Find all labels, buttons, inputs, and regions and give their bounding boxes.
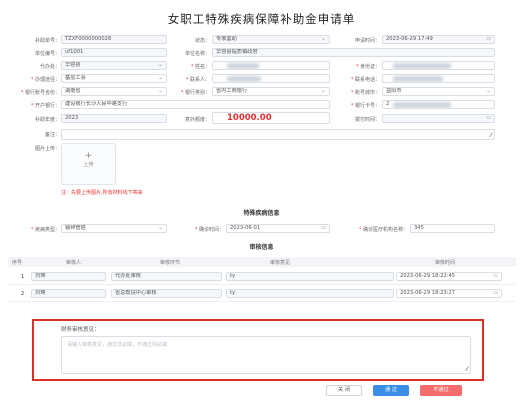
upload-button[interactable]: + 上传 bbox=[61, 143, 116, 185]
proxy-label: 代办处： bbox=[39, 64, 60, 70]
status-select[interactable]: 专家鉴助 bbox=[212, 35, 330, 44]
subsidy-year-field[interactable]: 2023 bbox=[61, 114, 167, 123]
reject-button[interactable]: 不通过 bbox=[420, 385, 462, 396]
col-reviewer: 审核人 bbox=[66, 260, 82, 266]
contact-phone-field[interactable] bbox=[382, 74, 495, 83]
contact-phone-label: 联系电话： bbox=[336, 76, 380, 83]
account-city-select[interactable]: 益阳市 bbox=[382, 87, 495, 96]
review-time-field[interactable]: 2023-06-29 18:23:27 ▭ bbox=[396, 289, 502, 298]
disease-section-title: 特殊疾病信息 bbox=[243, 210, 280, 217]
finance-review-placeholder: 请输入审核意见，通过非必填，不通过则必填 bbox=[67, 342, 168, 348]
diagnosis-time-field[interactable]: 2023-06-01 ▭ bbox=[226, 224, 330, 233]
apply-no-field[interactable]: TZXF0000000028 bbox=[61, 35, 167, 44]
handle-label: 办理途径： bbox=[14, 76, 60, 83]
handle-select[interactable]: 基层工会 bbox=[61, 74, 167, 83]
disease-type-label: 疾病类型： bbox=[8, 226, 60, 233]
opinion-field[interactable]: ty bbox=[226, 272, 394, 281]
finance-review-label: 财务审核意见： bbox=[61, 327, 100, 333]
row-no: 1 bbox=[21, 274, 25, 280]
remark-label: 备注： bbox=[44, 132, 60, 138]
diagnosis-time-value: 2023-06-01 bbox=[230, 225, 261, 231]
review-table-header: 序号 审核人 审核环节 审核意见 审核时间 bbox=[8, 257, 516, 267]
finance-review-box: 财务审核意见： 请输入审核意见，通过非必填，不通过则必填 ⁄⁄ bbox=[32, 319, 484, 381]
col-opinion: 审核意见 bbox=[270, 260, 291, 266]
reviewer-field[interactable]: 刘瑛 bbox=[31, 272, 106, 281]
proxy-select[interactable]: 华容县 bbox=[61, 61, 167, 70]
resize-handle-icon: ⁄⁄ bbox=[465, 366, 468, 373]
col-time: 审核时间 bbox=[435, 260, 456, 266]
apply-time-label: 申请时间： bbox=[354, 38, 380, 44]
apply-time-value: 2023-06-29 17:49 bbox=[386, 36, 433, 42]
upload-label: 图片上传： bbox=[34, 146, 60, 152]
unit-code-field[interactable]: uf1001 bbox=[61, 48, 167, 57]
calendar-icon: ▭ bbox=[486, 36, 491, 42]
apply-time-field[interactable]: 2023-06-29 17:49 ▭ bbox=[382, 35, 495, 44]
unit-name-label: 单位名称： bbox=[184, 51, 210, 57]
table-row: 1 刘瑛 代办处审核 ty 2023-06-29 18:22:45 ▭ bbox=[8, 268, 516, 285]
name-field[interactable] bbox=[212, 61, 330, 70]
col-no: 序号 bbox=[12, 260, 23, 266]
plus-icon: + bbox=[84, 151, 93, 161]
finance-review-textarea[interactable]: 请输入审核意见，通过非必填，不通过则必填 ⁄⁄ bbox=[61, 336, 471, 374]
redacted-block bbox=[227, 63, 259, 69]
id-card-field[interactable] bbox=[382, 61, 495, 70]
review-time-value: 2023-06-29 18:22:45 bbox=[400, 273, 456, 279]
bank-account-value: 2 bbox=[386, 101, 390, 107]
calendar-icon: ▭ bbox=[321, 225, 326, 231]
resize-handle-icon: ⁄⁄ bbox=[489, 132, 492, 139]
table-row: 2 刘瑛 省总帮扶中心审核 ty 2023-06-29 18:23:27 ▭ bbox=[8, 285, 516, 302]
upload-text: 上传 bbox=[83, 162, 94, 168]
review-time-value: 2023-06-29 18:23:27 bbox=[400, 290, 456, 296]
col-stage: 审核环节 bbox=[160, 260, 181, 266]
redacted-block bbox=[393, 102, 451, 108]
redacted-block bbox=[393, 63, 451, 69]
bank-type-select[interactable]: 省内工商银行 bbox=[212, 87, 330, 96]
bank-account-field[interactable]: 2 bbox=[382, 100, 495, 109]
unit-name-field[interactable]: 华容县提质镇政府 bbox=[212, 48, 495, 57]
subsidy-amount-label: 意外额度： bbox=[184, 117, 210, 123]
redacted-block bbox=[227, 76, 261, 82]
row-no: 2 bbox=[21, 291, 25, 297]
contact-label: 联系人： bbox=[172, 76, 210, 83]
close-button[interactable]: 关 闭 bbox=[326, 385, 362, 396]
opinion-field[interactable]: ty bbox=[226, 289, 394, 298]
subsidy-amount-field[interactable]: 10000.00 bbox=[212, 112, 330, 124]
pay-time-field[interactable]: ▭ bbox=[382, 114, 495, 123]
account-city-label: 账号城市： bbox=[336, 89, 380, 96]
pass-button[interactable]: 通 过 bbox=[373, 385, 409, 396]
disease-type-select[interactable]: 输卵管癌 bbox=[61, 224, 167, 233]
bank-province-select[interactable]: 湖南省 bbox=[61, 87, 167, 96]
bank-account-label: 银行卡号： bbox=[336, 102, 380, 109]
subsidy-year-label: 补助年度： bbox=[34, 117, 60, 123]
calendar-icon: ▭ bbox=[493, 273, 498, 279]
page-title: 女职工特殊疾病保障补助金申请单 bbox=[167, 12, 356, 26]
status-label: 状态： bbox=[194, 38, 210, 44]
review-section-title: 审核信息 bbox=[249, 244, 274, 251]
remark-textarea[interactable]: ⁄⁄ bbox=[61, 129, 495, 140]
bank-branch-field[interactable]: 建设银行长沙人民中路支行 bbox=[61, 100, 330, 109]
id-card-label: 身份证： bbox=[336, 63, 380, 70]
review-time-field[interactable]: 2023-06-29 18:22:45 ▭ bbox=[396, 272, 502, 281]
calendar-icon: ▭ bbox=[486, 115, 491, 121]
form-page: { "title": "女职工特殊疾病保障补助金申请单", "fields": … bbox=[0, 0, 523, 413]
bank-branch-label: 开户银行： bbox=[8, 102, 60, 109]
contact-field[interactable] bbox=[212, 74, 330, 83]
hospital-label: 确诊医疗机构名称： bbox=[336, 226, 408, 233]
diagnosis-time-label: 确诊时间： bbox=[172, 226, 224, 233]
name-label: 姓名： bbox=[172, 63, 210, 70]
calendar-icon: ▭ bbox=[493, 290, 498, 296]
reviewer-field[interactable]: 刘瑛 bbox=[31, 289, 106, 298]
redacted-block bbox=[393, 76, 443, 82]
stage-field[interactable]: 代办处审核 bbox=[111, 272, 222, 281]
upload-notice: 注：先要上传图片,所有材料线下寄来 bbox=[61, 190, 143, 196]
stage-field[interactable]: 省总帮扶中心审核 bbox=[111, 289, 222, 298]
apply-no-label: 补助单号： bbox=[34, 38, 60, 44]
bank-type-label: 银行类别： bbox=[172, 89, 210, 96]
bank-province-label: 银行账号省份： bbox=[8, 89, 60, 96]
unit-code-label: 单位编号： bbox=[34, 51, 60, 57]
pay-time-label: 拨付时间： bbox=[354, 117, 380, 123]
hospital-field[interactable]: 345 bbox=[410, 224, 495, 233]
